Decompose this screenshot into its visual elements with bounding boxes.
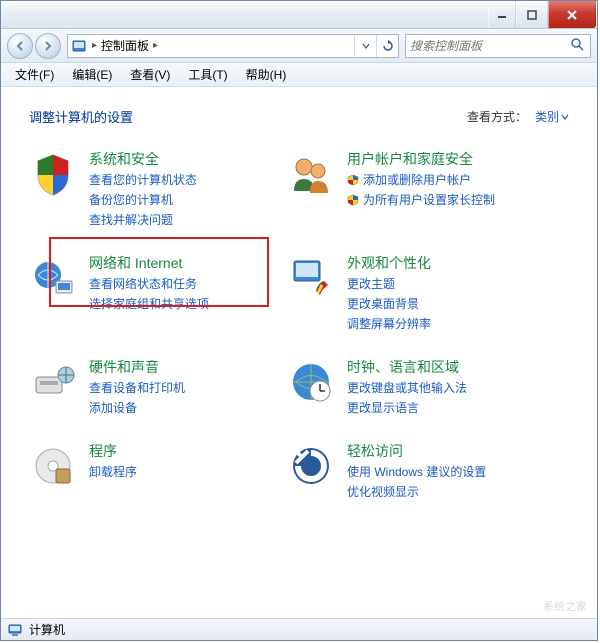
category-title[interactable]: 程序: [89, 442, 137, 460]
link-label: 添加或删除用户帐户: [363, 172, 471, 188]
link-label: 更改桌面背景: [347, 296, 419, 312]
category-link[interactable]: 添加设备: [89, 400, 185, 416]
category-system-security: 系统和安全查看您的计算机状态备份您的计算机查找并解决问题: [29, 150, 287, 228]
category-link[interactable]: 添加或删除用户帐户: [347, 172, 495, 188]
breadcrumb-sep[interactable]: ▸: [90, 40, 99, 51]
menu-view[interactable]: 查看(V): [122, 64, 178, 85]
content-area: 调整计算机的设置 查看方式： 类别 系统和安全查看您的计算机状态备份您的计算机查…: [1, 87, 597, 617]
category-link[interactable]: 查看设备和打印机: [89, 380, 185, 396]
category-link[interactable]: 更改桌面背景: [347, 296, 431, 312]
category-link[interactable]: 更改主题: [347, 276, 431, 292]
computer-icon: [7, 622, 23, 638]
category-network-internet: 网络和 Internet 查看网络状态和任务选择家庭组和共享选项: [29, 254, 287, 332]
titlebar: [1, 1, 597, 29]
hardware-sound-icon: [29, 358, 77, 406]
link-label: 选择家庭组和共享选项: [89, 296, 209, 312]
link-label: 添加设备: [89, 400, 137, 416]
address-bar[interactable]: ▸ 控制面板 ▸: [67, 34, 399, 58]
status-bar: 计算机: [1, 618, 597, 640]
category-user-accounts: 用户帐户和家庭安全添加或删除用户帐户为所有用户设置家长控制: [287, 150, 545, 228]
menu-tools[interactable]: 工具(T): [180, 64, 235, 85]
category-link[interactable]: 调整屏幕分辨率: [347, 316, 431, 332]
category-link[interactable]: 优化视频显示: [347, 484, 486, 500]
menu-edit[interactable]: 编辑(E): [64, 64, 120, 85]
programs-icon: [29, 442, 77, 490]
search-input[interactable]: [410, 39, 570, 53]
breadcrumb-item[interactable]: 控制面板 ▸: [99, 37, 160, 54]
link-label: 备份您的计算机: [89, 192, 173, 208]
link-label: 卸载程序: [89, 464, 137, 480]
category-hardware-sound: 硬件和声音查看设备和打印机添加设备: [29, 358, 287, 416]
ease-of-access-icon: [287, 442, 335, 490]
link-label: 调整屏幕分辨率: [347, 316, 431, 332]
category-title[interactable]: 时钟、语言和区域: [347, 358, 467, 376]
category-link[interactable]: 更改键盘或其他输入法: [347, 380, 467, 396]
minimize-button[interactable]: [488, 1, 516, 28]
clock-region-icon: [287, 358, 335, 406]
link-label: 查看您的计算机状态: [89, 172, 197, 188]
category-link[interactable]: 备份您的计算机: [89, 192, 197, 208]
link-label: 更改显示语言: [347, 400, 419, 416]
category-ease-of-access: 轻松访问使用 Windows 建议的设置优化视频显示: [287, 442, 545, 500]
link-label: 为所有用户设置家长控制: [363, 192, 495, 208]
category-title[interactable]: 系统和安全: [89, 150, 197, 168]
uac-shield-icon: [347, 194, 359, 206]
category-clock-region: 时钟、语言和区域更改键盘或其他输入法更改显示语言: [287, 358, 545, 416]
category-title[interactable]: 轻松访问: [347, 442, 486, 460]
link-label: 优化视频显示: [347, 484, 419, 500]
category-title[interactable]: 用户帐户和家庭安全: [347, 150, 495, 168]
addr-dropdown-button[interactable]: [354, 35, 376, 57]
status-text: 计算机: [29, 621, 65, 638]
viewby-dropdown[interactable]: 类别: [535, 108, 569, 125]
category-link[interactable]: 为所有用户设置家长控制: [347, 192, 495, 208]
category-title[interactable]: 网络和 Internet: [89, 254, 209, 272]
network-internet-icon: [29, 254, 77, 302]
category-link[interactable]: 卸载程序: [89, 464, 137, 480]
appearance-icon: [287, 254, 335, 302]
forward-button[interactable]: [35, 33, 61, 59]
page-title: 调整计算机的设置: [29, 107, 133, 126]
control-panel-icon: [68, 38, 90, 54]
link-label: 更改键盘或其他输入法: [347, 380, 467, 396]
menu-help[interactable]: 帮助(H): [238, 64, 295, 85]
maximize-button[interactable]: [516, 1, 548, 28]
category-link[interactable]: 查找并解决问题: [89, 212, 197, 228]
user-accounts-icon: [287, 150, 335, 198]
category-link[interactable]: 使用 Windows 建议的设置: [347, 464, 486, 480]
category-link[interactable]: 选择家庭组和共享选项: [89, 296, 209, 312]
category-appearance: 外观和个性化更改主题更改桌面背景调整屏幕分辨率: [287, 254, 545, 332]
chevron-down-icon: [561, 113, 569, 121]
link-label: 查找并解决问题: [89, 212, 173, 228]
uac-shield-icon: [347, 174, 359, 186]
category-programs: 程序卸载程序: [29, 442, 287, 500]
link-label: 使用 Windows 建议的设置: [347, 464, 486, 480]
link-label: 查看设备和打印机: [89, 380, 185, 396]
link-label: 查看网络状态和任务: [89, 276, 197, 292]
menu-file[interactable]: 文件(F): [7, 64, 62, 85]
link-label: 更改主题: [347, 276, 395, 292]
category-title[interactable]: 外观和个性化: [347, 254, 431, 272]
refresh-button[interactable]: [376, 35, 398, 57]
category-link[interactable]: 更改显示语言: [347, 400, 467, 416]
category-title[interactable]: 硬件和声音: [89, 358, 185, 376]
search-box[interactable]: [405, 34, 591, 58]
category-link[interactable]: 查看网络状态和任务: [89, 276, 209, 292]
system-security-icon: [29, 150, 77, 198]
menu-bar: 文件(F) 编辑(E) 查看(V) 工具(T) 帮助(H): [1, 63, 597, 87]
view-by: 查看方式： 类别: [467, 108, 569, 125]
viewby-label: 查看方式：: [467, 108, 527, 125]
search-icon: [570, 37, 586, 54]
category-link[interactable]: 查看您的计算机状态: [89, 172, 197, 188]
back-button[interactable]: [7, 33, 33, 59]
navigation-bar: ▸ 控制面板 ▸: [1, 29, 597, 63]
close-button[interactable]: [548, 1, 596, 28]
